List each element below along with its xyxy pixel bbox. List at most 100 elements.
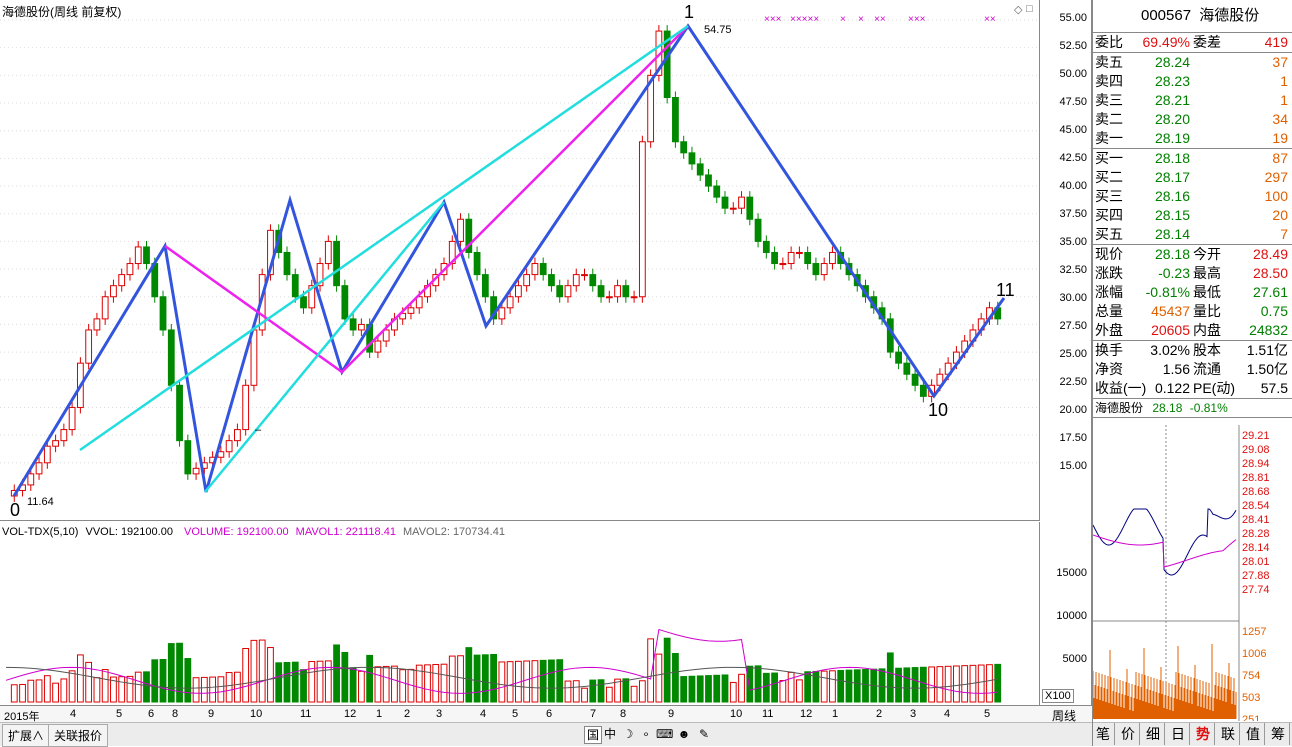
- month-label: 5: [984, 708, 991, 720]
- quote-row: 买五 28.14 7: [1093, 225, 1292, 244]
- volume-bar: [795, 679, 803, 703]
- fin-label: 收益(一): [1095, 380, 1147, 396]
- volume-bar: [357, 670, 365, 703]
- candle-body: [572, 274, 580, 287]
- cn-icon[interactable]: 国: [584, 726, 602, 744]
- axis-label: 22.50: [1059, 376, 1087, 388]
- quote-row: 买四 28.15 20: [1093, 206, 1292, 225]
- stat-value: 28.18: [1154, 246, 1190, 262]
- candle-body: [771, 251, 778, 265]
- candle-body: [118, 274, 126, 287]
- volume-bar: [333, 644, 340, 703]
- volume-bar: [696, 675, 704, 703]
- volume-bar: [787, 671, 795, 703]
- quote-label: 卖二: [1095, 111, 1123, 127]
- volume-bar: [481, 654, 489, 703]
- volume-bar: [143, 671, 150, 703]
- month-label: 8: [620, 708, 627, 720]
- volume-bar: [349, 667, 357, 703]
- volume-bar: [76, 654, 84, 703]
- volume-bar: [234, 671, 241, 703]
- volume-bar: [531, 660, 539, 703]
- quote-label: 买二: [1095, 169, 1123, 185]
- volume-bar: [93, 677, 101, 703]
- volume-bar: [283, 661, 291, 703]
- candle-body: [134, 246, 142, 265]
- axis-label: 52.50: [1059, 40, 1087, 52]
- candle-body: [374, 340, 382, 353]
- volume-bar: [895, 667, 902, 703]
- quote-row: 卖三 28.21 1: [1093, 91, 1292, 110]
- intraday-price-label: 28.01: [1242, 556, 1270, 568]
- keyboard-icon[interactable]: ⌨: [656, 726, 673, 742]
- weibi-value: 69.49%: [1142, 34, 1190, 50]
- volume-bar: [936, 666, 944, 703]
- person-icon[interactable]: ☻: [676, 726, 692, 742]
- axis-label: 37.50: [1059, 208, 1087, 220]
- intraday-price-label: 28.14: [1242, 542, 1270, 554]
- wave-label-11: 11: [996, 280, 1015, 300]
- volume-bar: [291, 661, 299, 703]
- stat-row: 现价 28.18 今开 28.49: [1093, 245, 1292, 264]
- fin-row: 净资 1.56 流通 1.50亿: [1093, 360, 1292, 379]
- candle-body: [250, 329, 258, 386]
- candle-body: [506, 296, 514, 309]
- dot-icon[interactable]: ∘: [638, 726, 654, 742]
- candle-body: [787, 251, 795, 265]
- volume-bar: [523, 660, 531, 703]
- month-label: 1: [832, 708, 839, 720]
- stat-value: 0.75: [1260, 303, 1288, 319]
- candle-body: [564, 285, 572, 298]
- axis-label: 35.00: [1059, 236, 1087, 248]
- candle-body: [68, 406, 76, 431]
- volume-bar: [672, 652, 679, 703]
- intraday-vol-label: 251: [1242, 714, 1260, 721]
- candle-body: [738, 196, 745, 209]
- candle-body: [539, 263, 547, 276]
- axis-label: 45.00: [1059, 124, 1087, 136]
- volume-bar: [705, 675, 712, 703]
- volume-bar: [597, 679, 605, 703]
- volume-bar: [539, 659, 547, 703]
- quote-price: 28.18: [1154, 150, 1190, 166]
- candle-body: [911, 373, 919, 386]
- stock-title: 000567 海德股份: [1093, 0, 1292, 33]
- volume-bar: [688, 675, 696, 703]
- kline-chart[interactable]: 海德股份(周线 前复权) ◇ □ 54.75 11.64 0 1 10 11 –…: [0, 0, 1040, 521]
- candle-body: [357, 323, 365, 331]
- candle-body: [515, 285, 522, 298]
- quote-label: 买一: [1095, 150, 1123, 166]
- volume-bar: [10, 684, 18, 703]
- volume-bar: [729, 681, 737, 703]
- volume-bar: [118, 676, 126, 703]
- volume-bar: [424, 664, 431, 703]
- volume-chart[interactable]: VOL-TDX(5,10) VVOL: 192100.00 VOLUME: 19…: [0, 522, 1040, 705]
- bid-list: 买一 28.18 87 买二 28.17 297 买三 28.16 100 买四 28.15 20 买五…: [1093, 149, 1292, 245]
- intraday-chart[interactable]: 29.21 29.08 28.94 28.81 28.68 28.54 28.41 28.28…: [1092, 425, 1292, 726]
- wrench-icon[interactable]: ✎: [696, 726, 712, 742]
- moon-icon[interactable]: ☽: [620, 726, 636, 742]
- quote-label: 卖三: [1095, 92, 1123, 108]
- volume-bar: [242, 648, 250, 703]
- quote-price: 28.17: [1154, 169, 1190, 185]
- candle-body: [589, 274, 597, 287]
- candle-body: [762, 240, 770, 253]
- candle-body: [812, 263, 820, 276]
- candle-body: [705, 174, 712, 187]
- month-label: 4: [480, 708, 487, 720]
- volume-bar: [804, 671, 812, 703]
- fin-value: 1.56: [1162, 361, 1190, 377]
- expand-button[interactable]: 扩展∧: [2, 724, 51, 747]
- volume-bar: [52, 682, 59, 703]
- quote-volume: 100: [1264, 188, 1288, 204]
- intraday-price-label: 28.68: [1242, 486, 1270, 498]
- fin-label: 净资: [1095, 361, 1123, 377]
- related-quote-button[interactable]: 关联报价: [48, 724, 109, 747]
- intraday-plot: 29.21 29.08 28.94 28.81 28.68 28.54 28.41 28.28…: [1092, 425, 1270, 726]
- volume-bar: [779, 680, 787, 703]
- volume-bar: [275, 662, 283, 703]
- stat-value: 28.49: [1252, 246, 1288, 262]
- axis-label: 27.50: [1059, 320, 1087, 332]
- zhong-icon[interactable]: 中: [602, 726, 618, 742]
- volume-bar: [506, 661, 514, 703]
